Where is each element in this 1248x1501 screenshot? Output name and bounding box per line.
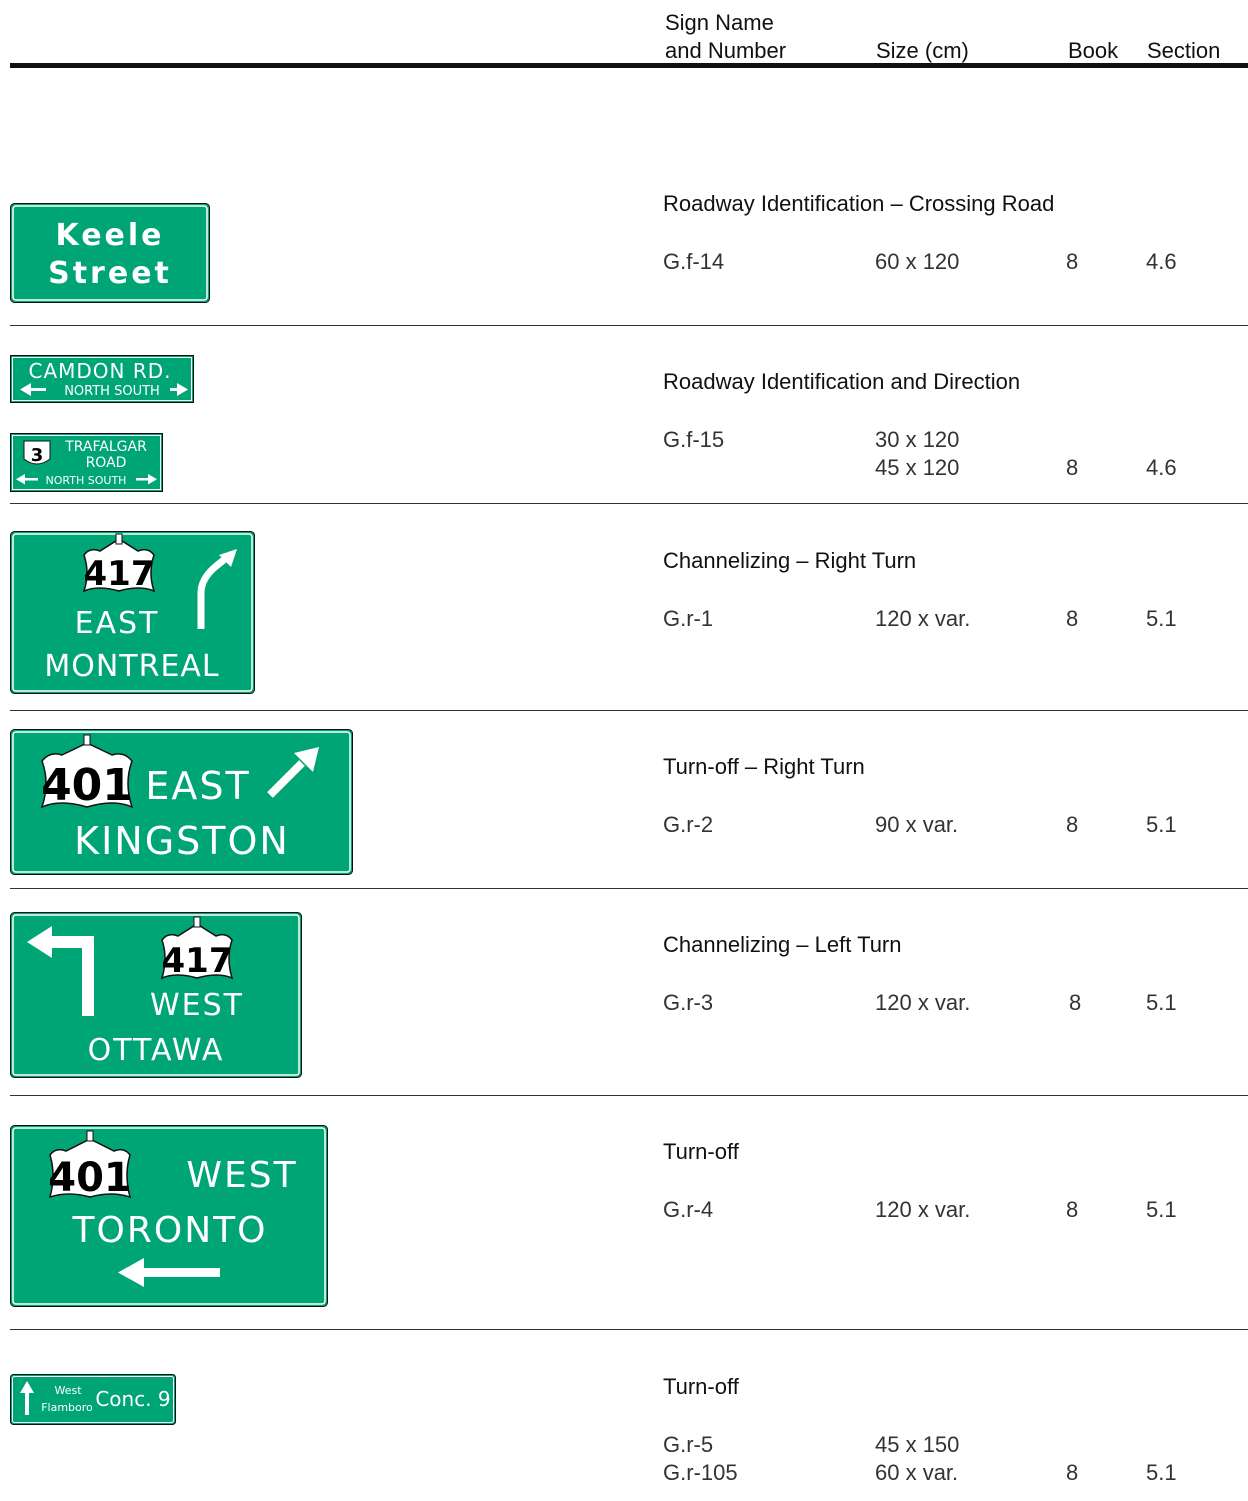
sign-line-1: Keele: [55, 218, 164, 253]
sign-417-west-ottawa: 417 WEST OTTAWA: [10, 912, 302, 1078]
sign-size: 120 x var.: [875, 1197, 971, 1222]
sign-place-line-1: West: [54, 1384, 82, 1397]
section-number: 4.6: [1146, 249, 1177, 274]
sign-size: 60 x var.: [875, 1460, 959, 1485]
sign-west-flamboro-conc-9: West Flamboro Conc. 9: [10, 1374, 176, 1425]
sign-road-name: CAMDON RD.: [28, 359, 171, 383]
section-number: 4.6: [1146, 455, 1177, 480]
route-number: 417: [162, 941, 233, 981]
sign-number: G.r-105: [663, 1460, 738, 1485]
sign-size: 120 x var.: [875, 990, 971, 1015]
section-number: 5.1: [1146, 1460, 1177, 1485]
sign-size: 45 x 150: [875, 1432, 960, 1457]
sign-directions: NORTH SOUTH: [64, 384, 160, 399]
header-divider: [10, 63, 1248, 68]
col-header-section: Section: [1147, 38, 1221, 63]
row-divider: [10, 888, 1248, 889]
row-title: Turn-off: [663, 1139, 739, 1164]
sign-road-name: Conc. 9: [95, 1387, 170, 1411]
sign-number: G.r-3: [663, 990, 714, 1015]
sign-direction: EAST: [75, 606, 160, 641]
sign-trafalgar-road: 3 TRAFALGAR ROAD NORTH SOUTH: [10, 433, 163, 492]
sign-size: 60 x 120: [875, 249, 960, 274]
sign-direction: WEST: [150, 988, 244, 1023]
sign-number: G.f-15: [663, 427, 725, 452]
row-divider: [10, 325, 1248, 326]
sign-destination: MONTREAL: [44, 649, 219, 684]
book-number: 8: [1066, 455, 1079, 480]
sign-number: G.f-14: [663, 249, 725, 274]
sign-size: 45 x 120: [875, 455, 960, 480]
sign-road-line-1: TRAFALGAR: [64, 439, 147, 455]
section-number: 5.1: [1146, 812, 1177, 837]
book-number: 8: [1066, 812, 1079, 837]
col-header-size: Size (cm): [876, 38, 969, 63]
sign-number: G.r-1: [663, 606, 714, 631]
col-header-name-line2: and Number: [665, 38, 787, 63]
sign-size: 90 x var.: [875, 812, 959, 837]
sign-401-east-kingston: 401 EAST KINGSTON: [10, 729, 353, 875]
sign-keele-street: Keele Street: [10, 203, 210, 303]
sign-line-2: Street: [48, 256, 172, 291]
sign-place-line-2: Flamboro: [41, 1401, 93, 1414]
sign-direction: EAST: [145, 764, 250, 808]
row-title: Roadway Identification – Crossing Road: [663, 191, 1055, 216]
book-number: 8: [1069, 990, 1082, 1015]
route-number: 3: [31, 445, 44, 466]
sign-417-east-montreal: 417 EAST MONTREAL: [10, 531, 255, 694]
row-title: Turn-off: [663, 1374, 739, 1399]
book-number: 8: [1066, 1460, 1079, 1485]
sign-directions: NORTH SOUTH: [46, 474, 127, 487]
sign-destination: OTTAWA: [88, 1033, 225, 1068]
sign-401-west-toronto: 401 WEST TORONTO: [10, 1125, 328, 1307]
row-title: Channelizing – Right Turn: [663, 548, 917, 573]
book-number: 8: [1066, 606, 1079, 631]
sign-road-line-2: ROAD: [86, 455, 127, 471]
section-number: 5.1: [1146, 1197, 1177, 1222]
sign-size: 30 x 120: [875, 427, 960, 452]
sign-size: 120 x var.: [875, 606, 971, 631]
book-number: 8: [1066, 1197, 1079, 1222]
route-number: 401: [48, 1155, 132, 1201]
sign-number: G.r-2: [663, 812, 714, 837]
section-number: 5.1: [1146, 606, 1177, 631]
row-divider: [10, 710, 1248, 711]
col-header-book: Book: [1068, 38, 1119, 63]
row-title: Channelizing – Left Turn: [663, 932, 902, 957]
book-number: 8: [1066, 249, 1079, 274]
row-title: Roadway Identification and Direction: [663, 369, 1021, 394]
row-divider: [10, 1095, 1248, 1096]
sign-number: G.r-4: [663, 1197, 714, 1222]
row-title: Turn-off – Right Turn: [663, 754, 865, 779]
row-divider: [10, 1329, 1248, 1330]
sign-number: G.r-5: [663, 1432, 714, 1457]
route-number: 401: [41, 760, 133, 811]
section-number: 5.1: [1146, 990, 1177, 1015]
sign-destination: TORONTO: [72, 1210, 268, 1251]
row-divider: [10, 503, 1248, 504]
sign-direction: WEST: [186, 1155, 297, 1196]
sign-destination: KINGSTON: [74, 819, 290, 863]
col-header-name-line1: Sign Name: [665, 10, 774, 35]
route-number: 417: [84, 554, 155, 594]
sign-camdon-road: CAMDON RD. NORTH SOUTH: [10, 355, 194, 403]
